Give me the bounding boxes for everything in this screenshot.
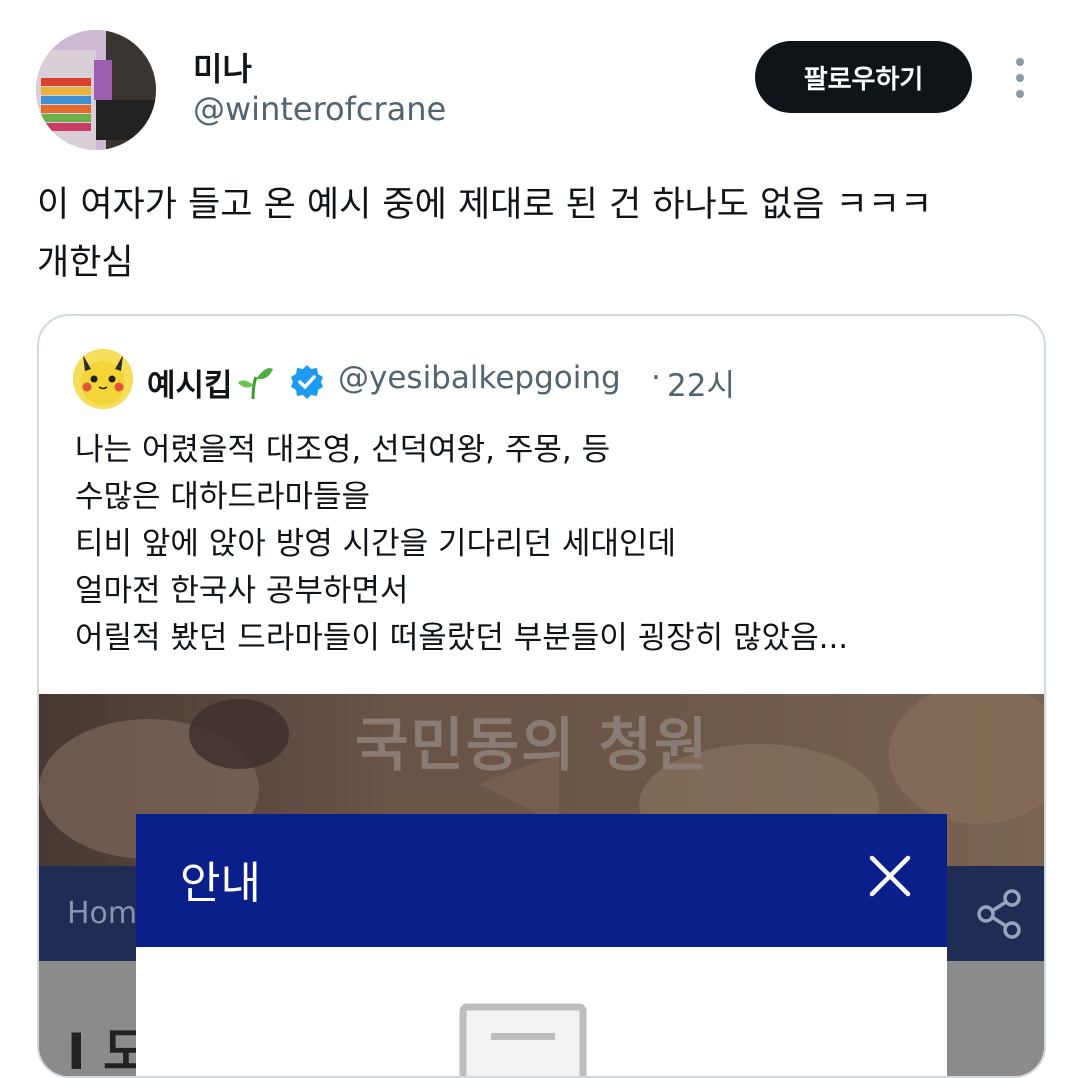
modal-header: 안내 xyxy=(136,814,947,947)
pikachu-avatar-image xyxy=(73,349,133,409)
media-nav-home: Hom xyxy=(67,896,138,931)
quote-text-line: 나는 어렸을적 대조영, 선덕여왕, 주몽, 등 xyxy=(75,432,611,468)
tweet-text: 이 여자가 들고 온 예시 중에 제대로 된 건 하나도 없음 ㅋㅋㅋ 개한심 xyxy=(37,176,1047,292)
modal-title: 안내 xyxy=(180,858,261,909)
quote-text: 나는 어렸을적 대조영, 선덕여왕, 주몽, 등 수많은 대하드라마들을 티비 … xyxy=(75,427,1025,662)
sprout-icon xyxy=(238,368,273,400)
quote-author-name[interactable]: 예시킵 xyxy=(147,360,233,405)
quoted-tweet-card[interactable]: 예시킵 @yesibalkepgoing · 22시 나는 어렸을적 대조영, … xyxy=(37,314,1046,1078)
banner-title: 국민동의 청원 xyxy=(355,711,710,779)
tweet-text-line: 개한심 xyxy=(37,243,134,283)
author-avatar[interactable] xyxy=(36,30,156,150)
quote-text-line: 얼마전 한국사 공부하면서 xyxy=(75,573,409,609)
more-vertical-icon[interactable] xyxy=(1006,58,1034,98)
author-avatar-image xyxy=(36,30,156,150)
author-name[interactable]: 미나 xyxy=(193,44,252,90)
close-icon xyxy=(869,855,911,897)
quote-author-avatar[interactable] xyxy=(73,349,133,409)
follow-button[interactable]: 팔로우하기 xyxy=(755,41,972,113)
quote-text-line: 수많은 대하드라마들을 xyxy=(75,479,371,515)
quote-text-line: 어릴적 봤던 드라마들이 떠올랐던 부분들이 굉장히 많았음... xyxy=(75,620,849,656)
verified-badge-icon xyxy=(291,365,323,399)
quote-media-image[interactable]: 국민동의 청원 Hom I 도 안내 xyxy=(39,694,1044,1076)
quote-text-line: 티비 앞에 앉아 방영 시간을 기다리던 세대인데 xyxy=(75,526,677,562)
share-icon xyxy=(977,889,1021,939)
document-icon xyxy=(459,1003,587,1076)
author-handle[interactable]: @winterofcrane xyxy=(193,90,446,128)
tweet-text-line: 이 여자가 들고 온 예시 중에 제대로 된 건 하나도 없음 ㅋㅋㅋ xyxy=(37,185,933,225)
modal-body xyxy=(136,947,947,1076)
quote-author-handle[interactable]: @yesibalkepgoing xyxy=(338,360,621,396)
quote-timestamp[interactable]: 22시 xyxy=(667,360,735,405)
separator-dot: · xyxy=(651,360,661,396)
